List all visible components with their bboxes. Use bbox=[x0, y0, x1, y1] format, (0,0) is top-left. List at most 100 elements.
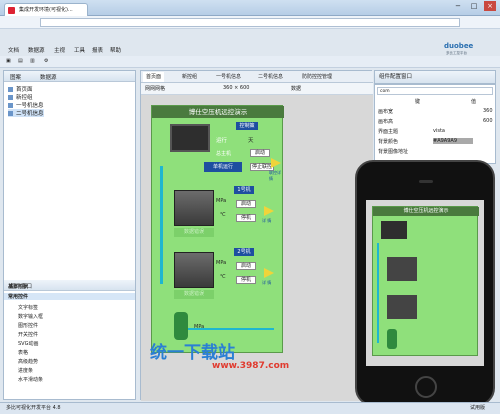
unit1-stop-button[interactable]: 停机 bbox=[236, 214, 256, 222]
control-graphic[interactable]: 图形控件 bbox=[18, 322, 38, 329]
tree-item-unit1[interactable]: 一号机信息 bbox=[8, 101, 44, 109]
property-key: 画布高 bbox=[378, 119, 394, 125]
link-detail-label[interactable]: 联控详情 bbox=[269, 170, 282, 182]
monitor-icon bbox=[170, 124, 210, 152]
control-trend[interactable]: 高级趋势 bbox=[18, 358, 38, 365]
document-tabs: 首页面 新控组 一号机信息 二号机信息 防防控控管理 bbox=[141, 71, 373, 83]
tab-unit2[interactable]: 二号机信息 bbox=[255, 72, 286, 82]
tab-group[interactable]: 新控组 bbox=[179, 72, 200, 82]
control-slider[interactable]: 水平滑动条 bbox=[18, 376, 43, 383]
unit1-detail-label[interactable]: 详 情 bbox=[262, 218, 271, 224]
close-button[interactable]: × bbox=[484, 1, 496, 11]
control-number-input[interactable]: 数字输入框 bbox=[18, 313, 43, 320]
property-key: 背景图像地址 bbox=[378, 149, 409, 155]
compressor-2-icon bbox=[174, 252, 214, 288]
pipe-main bbox=[160, 166, 163, 284]
duobee-logo: duobee bbox=[444, 42, 474, 50]
tab-manage[interactable]: 防防控控管理 bbox=[299, 72, 335, 82]
phone-screen[interactable]: 博仕空压机远控演示 bbox=[366, 200, 484, 366]
group-common-controls[interactable]: 常用控件 bbox=[4, 293, 135, 300]
control-text-label[interactable]: 文字标签 bbox=[18, 304, 38, 311]
page-icon bbox=[8, 103, 13, 108]
phone-compressor-1-icon bbox=[387, 257, 417, 281]
phone-tank-icon bbox=[387, 329, 397, 349]
control-progress[interactable]: 进度条 bbox=[18, 367, 33, 374]
unit2-detail-label[interactable]: 详 情 bbox=[262, 280, 271, 286]
project-panel: 图案 数据源 首页面 新控组 一号机信息 二号机信息 组件窗口 基本形状 常用控… bbox=[3, 70, 136, 400]
unit-run-label: 单机运行 bbox=[204, 162, 242, 172]
control-table[interactable]: 表格 bbox=[18, 349, 28, 356]
property-value[interactable]: 360 bbox=[483, 108, 493, 114]
url-input[interactable] bbox=[40, 18, 460, 27]
property-value[interactable]: vista bbox=[433, 128, 445, 134]
control-strategy-label: 控制策 bbox=[236, 122, 258, 130]
project-panel-header: 图案 数据源 bbox=[4, 71, 135, 82]
menu-item-view[interactable]: 主视 bbox=[54, 46, 65, 54]
watermark-url: www.3987.com bbox=[212, 361, 290, 371]
tab-unit1[interactable]: 一号机信息 bbox=[213, 72, 244, 82]
page-icon bbox=[8, 111, 13, 116]
unit1-error: 数据错误 bbox=[174, 228, 214, 237]
control-svg-anim[interactable]: SVG动画 bbox=[18, 340, 38, 347]
menu-item-tools[interactable]: 工具 bbox=[74, 46, 85, 54]
menu-item-document[interactable]: 文档 bbox=[8, 46, 19, 54]
phone-preview: 博仕空压机远控演示 bbox=[355, 160, 495, 406]
menu-item-help[interactable]: 帮助 bbox=[110, 46, 121, 54]
unit2-error: 数据错误 bbox=[174, 290, 214, 299]
app-favicon-icon bbox=[8, 7, 15, 14]
air-tank-icon bbox=[174, 312, 188, 340]
unit2-title: 2号机 bbox=[234, 248, 254, 256]
menu-item-datasource[interactable]: 数据源 bbox=[28, 46, 45, 54]
unit2-detail-arrow-icon[interactable] bbox=[264, 268, 274, 278]
group-basic-shapes[interactable]: 基本形状 bbox=[8, 283, 28, 290]
unit1-title: 1号机 bbox=[234, 186, 254, 194]
scada-screen[interactable]: 博仕空压机远控演示 控制策 运行 天 总主机 启动 单机运行 停止联控 联控详情… bbox=[151, 105, 284, 353]
property-panel: com 键 值 画布宽 360 画布高 600 界面主题 vista 背景颜色 #A9A… bbox=[374, 84, 496, 164]
property-value[interactable]: 600 bbox=[483, 118, 493, 124]
new-icon[interactable]: ▣ bbox=[6, 58, 11, 64]
property-key: 界面主题 bbox=[378, 129, 399, 135]
unit2-stop-button[interactable]: 停机 bbox=[236, 276, 256, 284]
canvas-size-select[interactable]: 360 × 600 bbox=[223, 85, 249, 91]
phone-scada-title: 博仕空压机远控演示 bbox=[373, 207, 479, 216]
status-bar: 多比可视化开发平台 4.8 试用版 bbox=[0, 402, 500, 414]
tree-item-home[interactable]: 首页面 bbox=[8, 85, 33, 93]
pipe-tank bbox=[188, 328, 274, 330]
menu-bar: 文档 数据源 主视 工具 报表 帮助 bbox=[0, 44, 430, 56]
menu-item-reports[interactable]: 报表 bbox=[92, 46, 103, 54]
property-value[interactable]: #A9A9A9 bbox=[433, 138, 473, 144]
maximize-button[interactable]: □ bbox=[468, 1, 480, 11]
watermark-text: 统一下载站 bbox=[150, 343, 235, 363]
open-icon[interactable]: ▤ bbox=[18, 58, 23, 64]
main-start-button[interactable]: 启动 bbox=[250, 149, 270, 157]
link-detail-arrow-icon[interactable] bbox=[271, 158, 281, 168]
property-value-header: 值 bbox=[471, 99, 477, 105]
grid-toggle[interactable]: 网网网格 bbox=[145, 85, 165, 92]
tab-pages[interactable]: 图案 bbox=[10, 73, 21, 81]
unit1-start-button[interactable]: 启动 bbox=[236, 200, 256, 208]
tree-item-unit2[interactable]: 二号机信息 bbox=[8, 109, 44, 117]
unit1-pressure-unit: MPa bbox=[216, 198, 227, 204]
address-bar bbox=[0, 16, 500, 29]
phone-speaker-icon bbox=[419, 180, 433, 183]
unit2-temp-unit: ℃ bbox=[220, 274, 226, 280]
tree-item-group[interactable]: 新控组 bbox=[8, 93, 33, 101]
unit1-detail-arrow-icon[interactable] bbox=[264, 206, 274, 216]
tab-home[interactable]: 首页面 bbox=[143, 72, 165, 82]
phone-home-button[interactable] bbox=[415, 376, 437, 398]
unit2-start-button[interactable]: 启动 bbox=[236, 262, 256, 270]
property-search-input[interactable]: com bbox=[377, 87, 493, 95]
save-icon[interactable]: ▥ bbox=[30, 58, 35, 64]
control-switch[interactable]: 开关控件 bbox=[18, 331, 38, 338]
run-label: 运行 bbox=[216, 138, 228, 144]
minimize-button[interactable]: − bbox=[452, 1, 464, 11]
property-key-header: 键 bbox=[415, 99, 421, 105]
data-select[interactable]: 数据 bbox=[291, 85, 301, 92]
property-panel-header: 组件配置窗口 bbox=[374, 70, 496, 84]
phone-scada: 博仕空压机远控演示 bbox=[372, 206, 479, 356]
tab-datasource[interactable]: 数据源 bbox=[40, 73, 57, 81]
browser-tab[interactable]: 集成开发环境(可视化)... bbox=[4, 3, 88, 16]
phone-pipe bbox=[377, 243, 379, 343]
page-icon bbox=[8, 87, 13, 92]
settings-icon[interactable]: ⚙ bbox=[44, 58, 48, 64]
